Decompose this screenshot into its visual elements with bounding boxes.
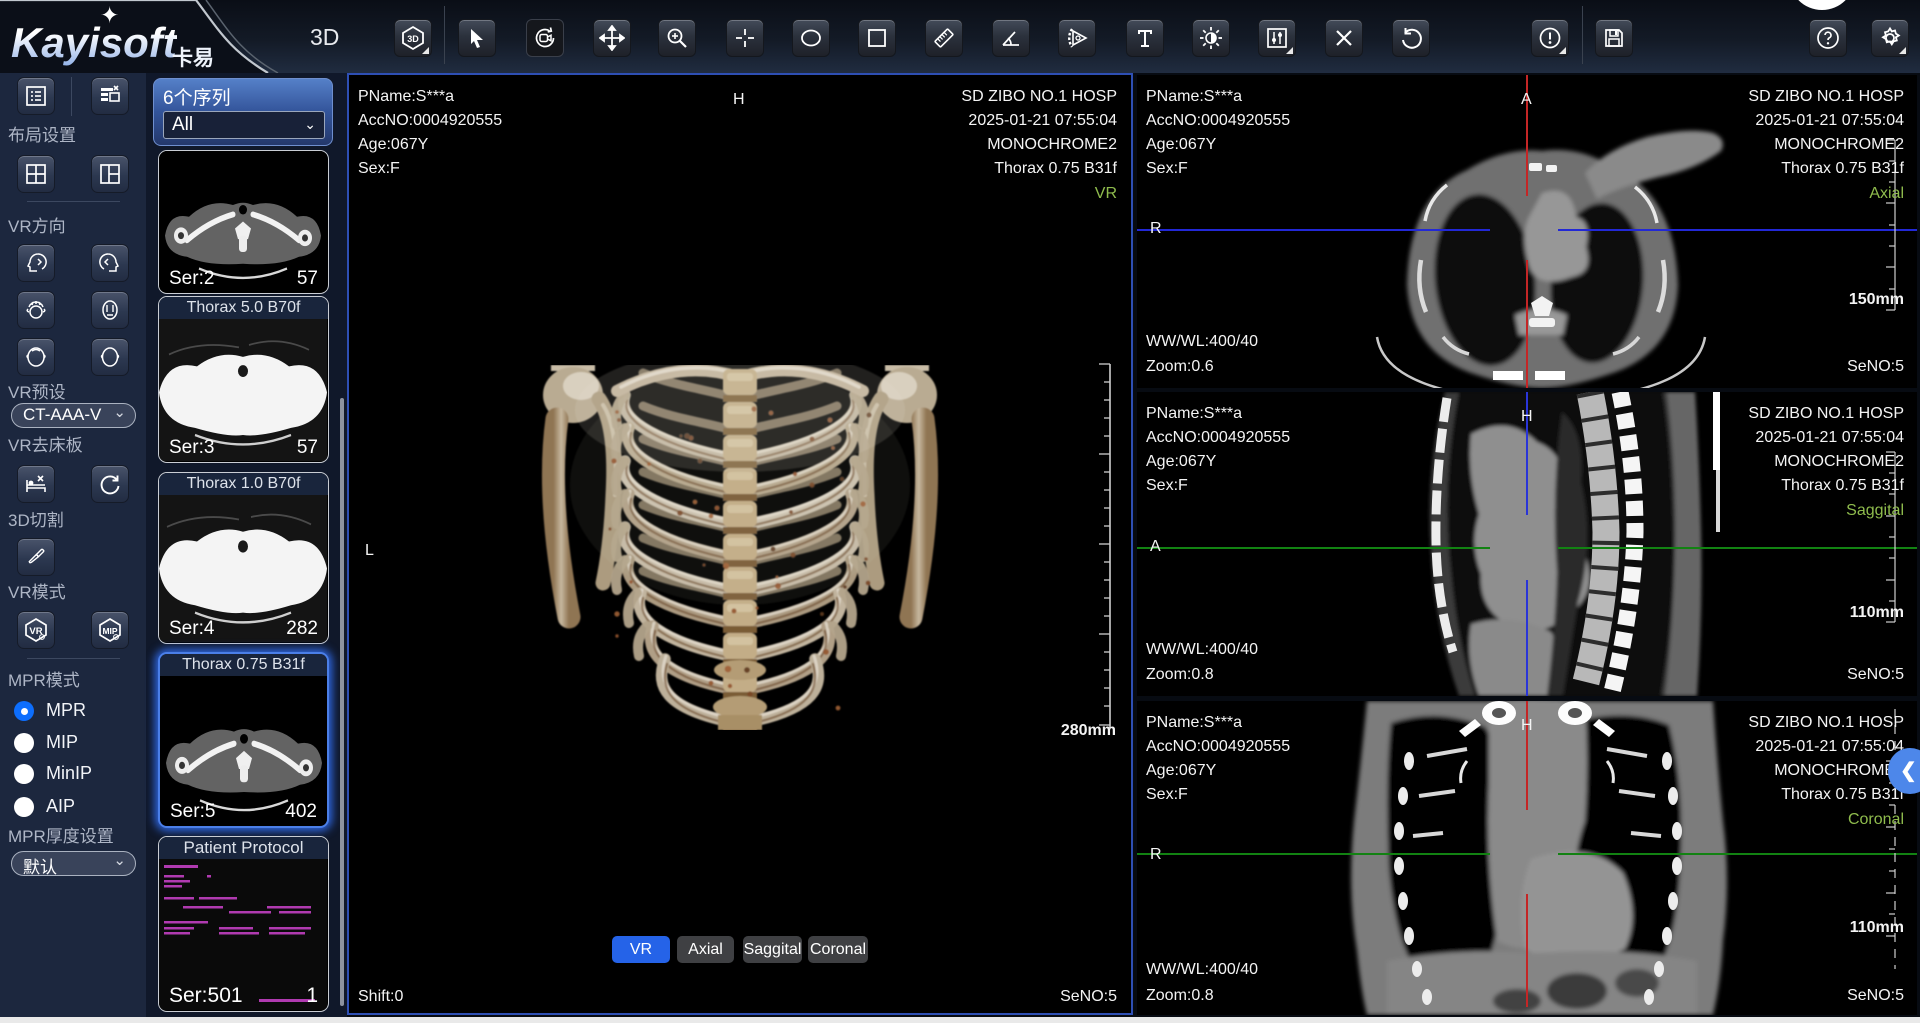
svg-text:3D: 3D (407, 34, 419, 44)
